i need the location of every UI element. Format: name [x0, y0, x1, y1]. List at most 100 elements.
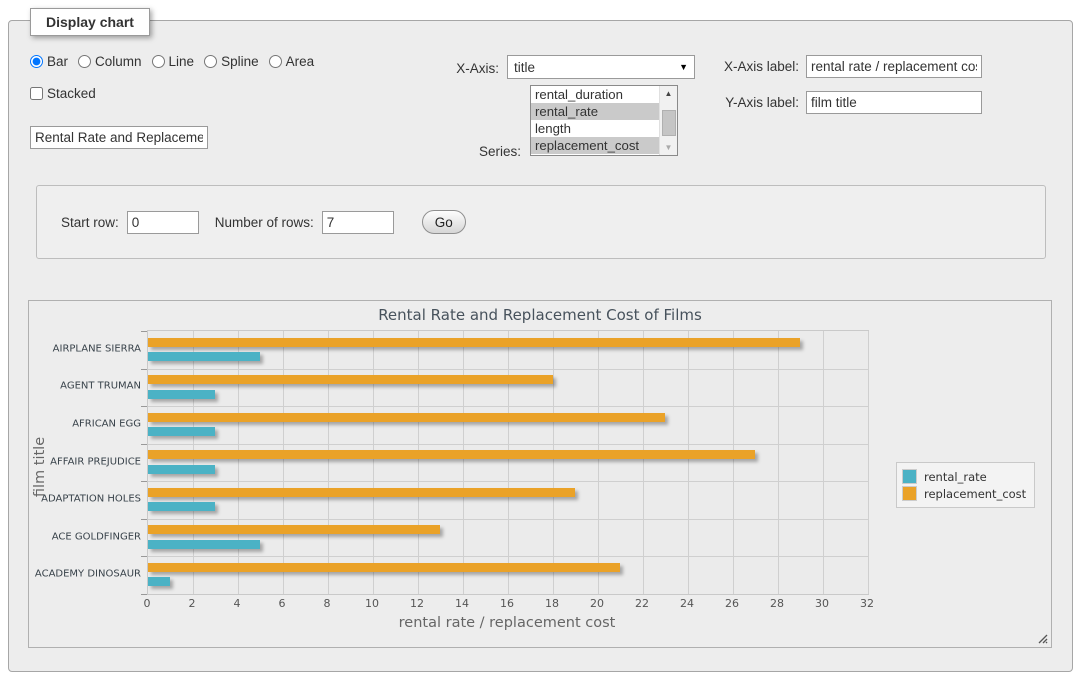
y-axis-label-field-label: Y-Axis label: [704, 95, 799, 110]
fieldset-legend: Display chart [30, 8, 150, 36]
chart-container: Rental Rate and Replacement Cost of Film… [28, 300, 1052, 648]
series-select-label: Series: [379, 144, 521, 159]
bar-replacement_cost [148, 450, 755, 459]
chart-title-input[interactable] [30, 126, 208, 149]
chart-type-radio-label: Column [95, 54, 142, 69]
chart-type-option-line: Line [152, 54, 195, 69]
gridline [508, 331, 509, 594]
gridline [733, 331, 734, 594]
chart-type-radio-area[interactable] [269, 55, 282, 68]
gridline [373, 331, 374, 594]
x-tick-label: 24 [680, 597, 694, 610]
gridline [418, 331, 419, 594]
scrollbar-thumb[interactable] [662, 110, 676, 136]
y-axis-tick [141, 481, 147, 482]
bar-rental_rate [148, 352, 260, 361]
x-axis-select-label: X-Axis: [399, 61, 499, 76]
x-tick-label: 22 [635, 597, 649, 610]
x-axis-select-value: title [514, 60, 535, 75]
series-option-rental_rate[interactable]: rental_rate [531, 103, 659, 120]
x-tick-label: 10 [365, 597, 379, 610]
x-tick-label: 26 [725, 597, 739, 610]
gridline [598, 331, 599, 594]
gridline [148, 519, 868, 520]
chart-type-radio-column[interactable] [78, 55, 91, 68]
series-listbox[interactable]: rental_durationrental_ratelengthreplacem… [530, 85, 678, 156]
x-tick-label: 8 [324, 597, 331, 610]
gridline [238, 331, 239, 594]
x-tick-label: 30 [815, 597, 829, 610]
gridline [148, 406, 868, 407]
x-tick-label: 12 [410, 597, 424, 610]
gridline [283, 331, 284, 594]
chart-type-option-spline: Spline [204, 54, 259, 69]
chart-type-option-column: Column [78, 54, 142, 69]
gridline [328, 331, 329, 594]
x-tick-label: 32 [860, 597, 874, 610]
y-axis-tick [141, 331, 147, 332]
num-rows-input[interactable] [322, 211, 394, 234]
resize-handle-icon[interactable] [1036, 632, 1048, 644]
chart-type-radio-label: Bar [47, 54, 68, 69]
legend-swatch [902, 469, 917, 484]
bar-replacement_cost [148, 563, 620, 572]
x-axis-label-field-label: X-Axis label: [704, 59, 799, 74]
x-tick-label: 28 [770, 597, 784, 610]
stacked-checkbox[interactable] [30, 87, 43, 100]
bar-rental_rate [148, 390, 215, 399]
category-label: AIRPLANE SIERRA [31, 343, 141, 354]
y-axis-label-input[interactable] [806, 91, 982, 114]
chart-title: Rental Rate and Replacement Cost of Film… [29, 306, 1051, 324]
gridline [553, 331, 554, 594]
x-tick-label: 20 [590, 597, 604, 610]
gridline [148, 556, 868, 557]
chart-type-option-bar: Bar [30, 54, 68, 69]
x-axis-select[interactable]: title ▼ [507, 55, 695, 79]
bar-rental_rate [148, 577, 170, 586]
go-button[interactable]: Go [422, 210, 466, 234]
bar-rental_rate [148, 465, 215, 474]
gridline [643, 331, 644, 594]
bar-rental_rate [148, 427, 215, 436]
series-option-rental_duration[interactable]: rental_duration [531, 86, 659, 103]
category-label: AFRICAN EGG [31, 418, 141, 429]
gridline [463, 331, 464, 594]
gridline [148, 444, 868, 445]
gridline [778, 331, 779, 594]
chart-type-option-area: Area [269, 54, 315, 69]
x-axis-label-input[interactable] [806, 55, 982, 78]
chart-type-radio-line[interactable] [152, 55, 165, 68]
gridline [868, 331, 869, 594]
num-rows-label: Number of rows: [215, 215, 314, 230]
series-listbox-scrollbar[interactable]: ▲ ▼ [659, 86, 677, 155]
gridline [688, 331, 689, 594]
category-label: AFFAIR PREJUDICE [31, 456, 141, 467]
x-tick-label: 18 [545, 597, 559, 610]
scroll-up-icon[interactable]: ▲ [660, 86, 677, 101]
chart-type-radio-bar[interactable] [30, 55, 43, 68]
category-label: ACADEMY DINOSAUR [31, 569, 141, 580]
y-axis-tick [141, 406, 147, 407]
category-label: ADAPTATION HOLES [31, 494, 141, 505]
x-tick-label: 16 [500, 597, 514, 610]
y-axis-tick [141, 444, 147, 445]
category-label: ACE GOLDFINGER [31, 531, 141, 542]
x-tick-label: 2 [189, 597, 196, 610]
category-label: AGENT TRUMAN [31, 381, 141, 392]
scroll-down-icon[interactable]: ▼ [660, 140, 677, 155]
start-row-input[interactable] [127, 211, 199, 234]
chart-type-radio-spline[interactable] [204, 55, 217, 68]
legend-label: rental_rate [924, 470, 987, 484]
y-axis-tick [141, 519, 147, 520]
chart-plot-area [147, 330, 869, 595]
y-axis-tick [141, 556, 147, 557]
bar-rental_rate [148, 540, 260, 549]
x-tick-label: 6 [279, 597, 286, 610]
series-option-length[interactable]: length [531, 120, 659, 137]
chart-type-radio-label: Area [286, 54, 315, 69]
legend-label: replacement_cost [924, 487, 1026, 501]
chart-type-radio-label: Line [169, 54, 195, 69]
chart-legend: rental_rate replacement_cost [896, 462, 1035, 508]
legend-item-rental_rate: rental_rate [902, 469, 1026, 484]
series-option-replacement_cost[interactable]: replacement_cost [531, 137, 659, 154]
